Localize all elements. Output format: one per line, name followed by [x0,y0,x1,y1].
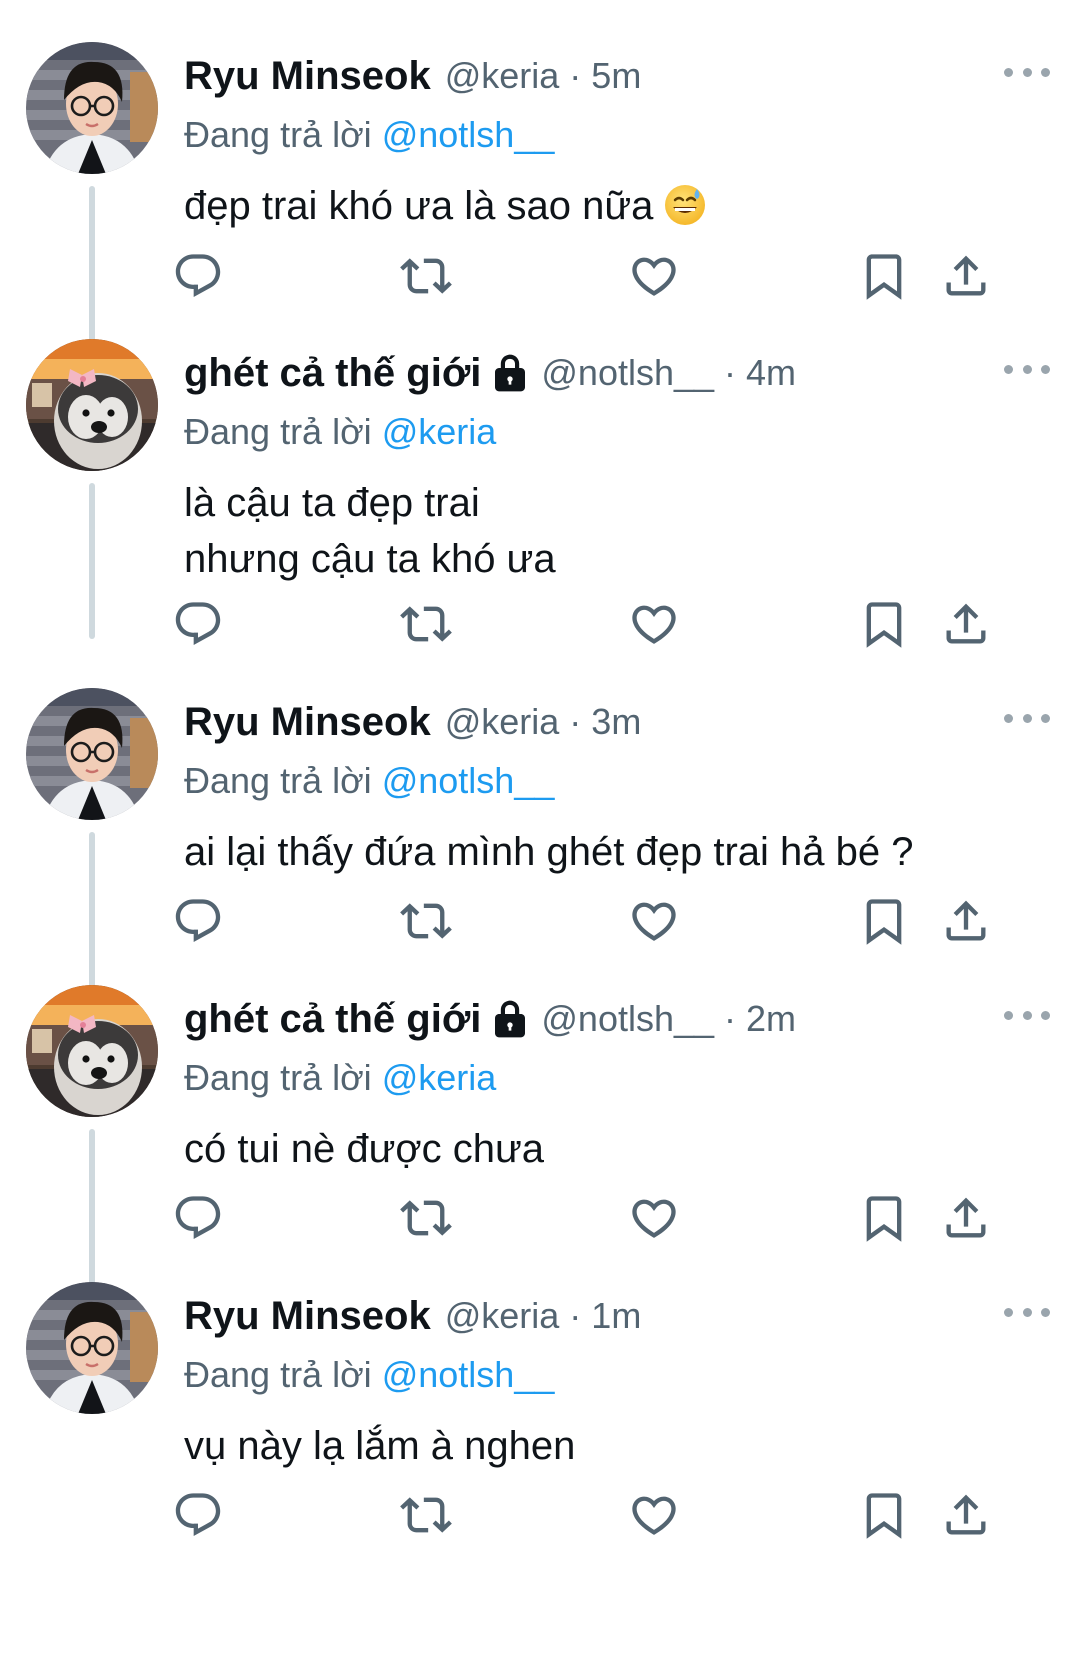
tweet-text-content: là cậu ta đẹp trai nhưng cậu ta khó ưa [184,481,556,581]
timestamp[interactable]: 3m [591,701,641,743]
replying-to: Đang trả lời @keria [184,1057,496,1099]
display-name[interactable]: ghét cả thế giới [184,997,481,1042]
user-handle[interactable]: @keria [445,701,560,743]
share-icon[interactable] [940,1489,992,1541]
mention-link[interactable]: @notlsh__ [382,1354,555,1395]
tweet-text-content: ai lại thấy đứa mình ghét đẹp trai hả bé… [184,830,914,874]
replying-to-label: Đang trả lời [184,411,372,452]
user-handle[interactable]: @keria [445,1295,560,1337]
mention-link[interactable]: @notlsh__ [382,760,555,801]
like-icon[interactable] [628,1192,680,1244]
grinning-face-with-sweat-icon [663,183,707,227]
tweet-header: Ryu Minseok @keria · 5m [184,52,641,100]
more-options-icon[interactable] [1004,359,1050,379]
reply-icon[interactable] [172,598,224,650]
replying-to-label: Đang trả lời [184,1057,372,1098]
avatar[interactable] [26,42,158,174]
tweet-text-content: có tui nè được chưa [184,1127,544,1171]
tweet-text: vụ này lạ lắm à nghen [184,1418,575,1474]
replying-to: Đang trả lời @keria [184,411,496,453]
retweet-icon[interactable] [400,1192,452,1244]
share-icon[interactable] [940,1192,992,1244]
bookmark-icon[interactable] [858,1192,910,1244]
display-name[interactable]: Ryu Minseok [184,1294,431,1339]
retweet-icon[interactable] [400,598,452,650]
avatar[interactable] [26,688,158,820]
bookmark-icon[interactable] [858,598,910,650]
separator-dot: · [569,55,582,96]
timestamp[interactable]: 5m [591,55,641,97]
avatar[interactable] [26,1282,158,1414]
separator-dot: · [724,998,737,1039]
lock-icon [493,353,527,393]
separator-dot: · [569,701,582,742]
lock-icon [493,999,527,1039]
bookmark-icon[interactable] [858,895,910,947]
user-handle[interactable]: @keria [445,55,560,97]
reply-icon[interactable] [172,895,224,947]
user-handle[interactable]: @notlsh__ [541,998,714,1040]
reply-icon[interactable] [172,1192,224,1244]
replying-to: Đang trả lời @notlsh__ [184,1354,554,1396]
tweet-item[interactable]: Ryu Minseok @keria · 5m Đang trả lời @notlsh… [0,0,1080,342]
replying-to-label: Đang trả lời [184,1354,372,1395]
timestamp[interactable]: 4m [746,352,796,394]
separator-dot: · [569,1295,582,1336]
timestamp[interactable]: 2m [746,998,796,1040]
mention-link[interactable]: @notlsh__ [382,114,555,155]
tweet-text: đẹp trai khó ưa là sao nữa [184,178,707,234]
tweet-text-content: vụ này lạ lắm à nghen [184,1424,576,1468]
like-icon[interactable] [628,250,680,302]
display-name[interactable]: Ryu Minseok [184,54,431,99]
replying-to: Đang trả lời @notlsh__ [184,760,554,802]
avatar[interactable] [26,985,158,1117]
display-name[interactable]: Ryu Minseok [184,700,431,745]
tweet-text: có tui nè được chưa [184,1121,544,1177]
tweet-text: ai lại thấy đứa mình ghét đẹp trai hả bé… [184,824,913,880]
user-handle[interactable]: @notlsh__ [541,352,714,394]
tweet-header: ghét cả thế giới @notlsh__ · 4m [184,349,796,397]
retweet-icon[interactable] [400,895,452,947]
mention-link[interactable]: @keria [382,411,497,452]
more-options-icon[interactable] [1004,62,1050,82]
more-options-icon[interactable] [1004,708,1050,728]
bookmark-icon[interactable] [858,250,910,302]
replying-to-label: Đang trả lời [184,760,372,801]
like-icon[interactable] [628,598,680,650]
more-options-icon[interactable] [1004,1302,1050,1322]
tweet-header: Ryu Minseok @keria · 1m [184,1292,641,1340]
mention-link[interactable]: @keria [382,1057,497,1098]
more-options-icon[interactable] [1004,1005,1050,1025]
like-icon[interactable] [628,895,680,947]
replying-to-label: Đang trả lời [184,114,372,155]
retweet-icon[interactable] [400,250,452,302]
timestamp[interactable]: 1m [591,1295,641,1337]
tweet-text-content: đẹp trai khó ưa là sao nữa [184,184,654,228]
tweet-actions [0,1489,1080,1549]
avatar[interactable] [26,339,158,471]
tweet-item[interactable]: ghét cả thế giới @notlsh__ · 2m Đang trả lời… [0,943,1080,1285]
share-icon[interactable] [940,895,992,947]
bookmark-icon[interactable] [858,1489,910,1541]
reply-thread: Ryu Minseok @keria · 5m Đang trả lời @notlsh… [0,0,1080,1668]
tweet-header: ghét cả thế giới @notlsh__ · 2m [184,995,796,1043]
tweet-header: Ryu Minseok @keria · 3m [184,698,641,746]
tweet-item[interactable]: Ryu Minseok @keria · 3m Đang trả lời @notlsh… [0,646,1080,988]
tweet-text: là cậu ta đẹp trai nhưng cậu ta khó ưa [184,475,556,587]
tweet-item[interactable]: Ryu Minseok @keria · 1m Đang trả lời @notlsh… [0,1240,1080,1553]
replying-to: Đang trả lời @notlsh__ [184,114,554,156]
reply-icon[interactable] [172,1489,224,1541]
reply-icon[interactable] [172,250,224,302]
share-icon[interactable] [940,598,992,650]
like-icon[interactable] [628,1489,680,1541]
separator-dot: · [724,352,737,393]
share-icon[interactable] [940,250,992,302]
display-name[interactable]: ghét cả thế giới [184,351,481,396]
retweet-icon[interactable] [400,1489,452,1541]
tweet-item[interactable]: ghét cả thế giới @notlsh__ · 4m Đang trả lời… [0,297,1080,648]
